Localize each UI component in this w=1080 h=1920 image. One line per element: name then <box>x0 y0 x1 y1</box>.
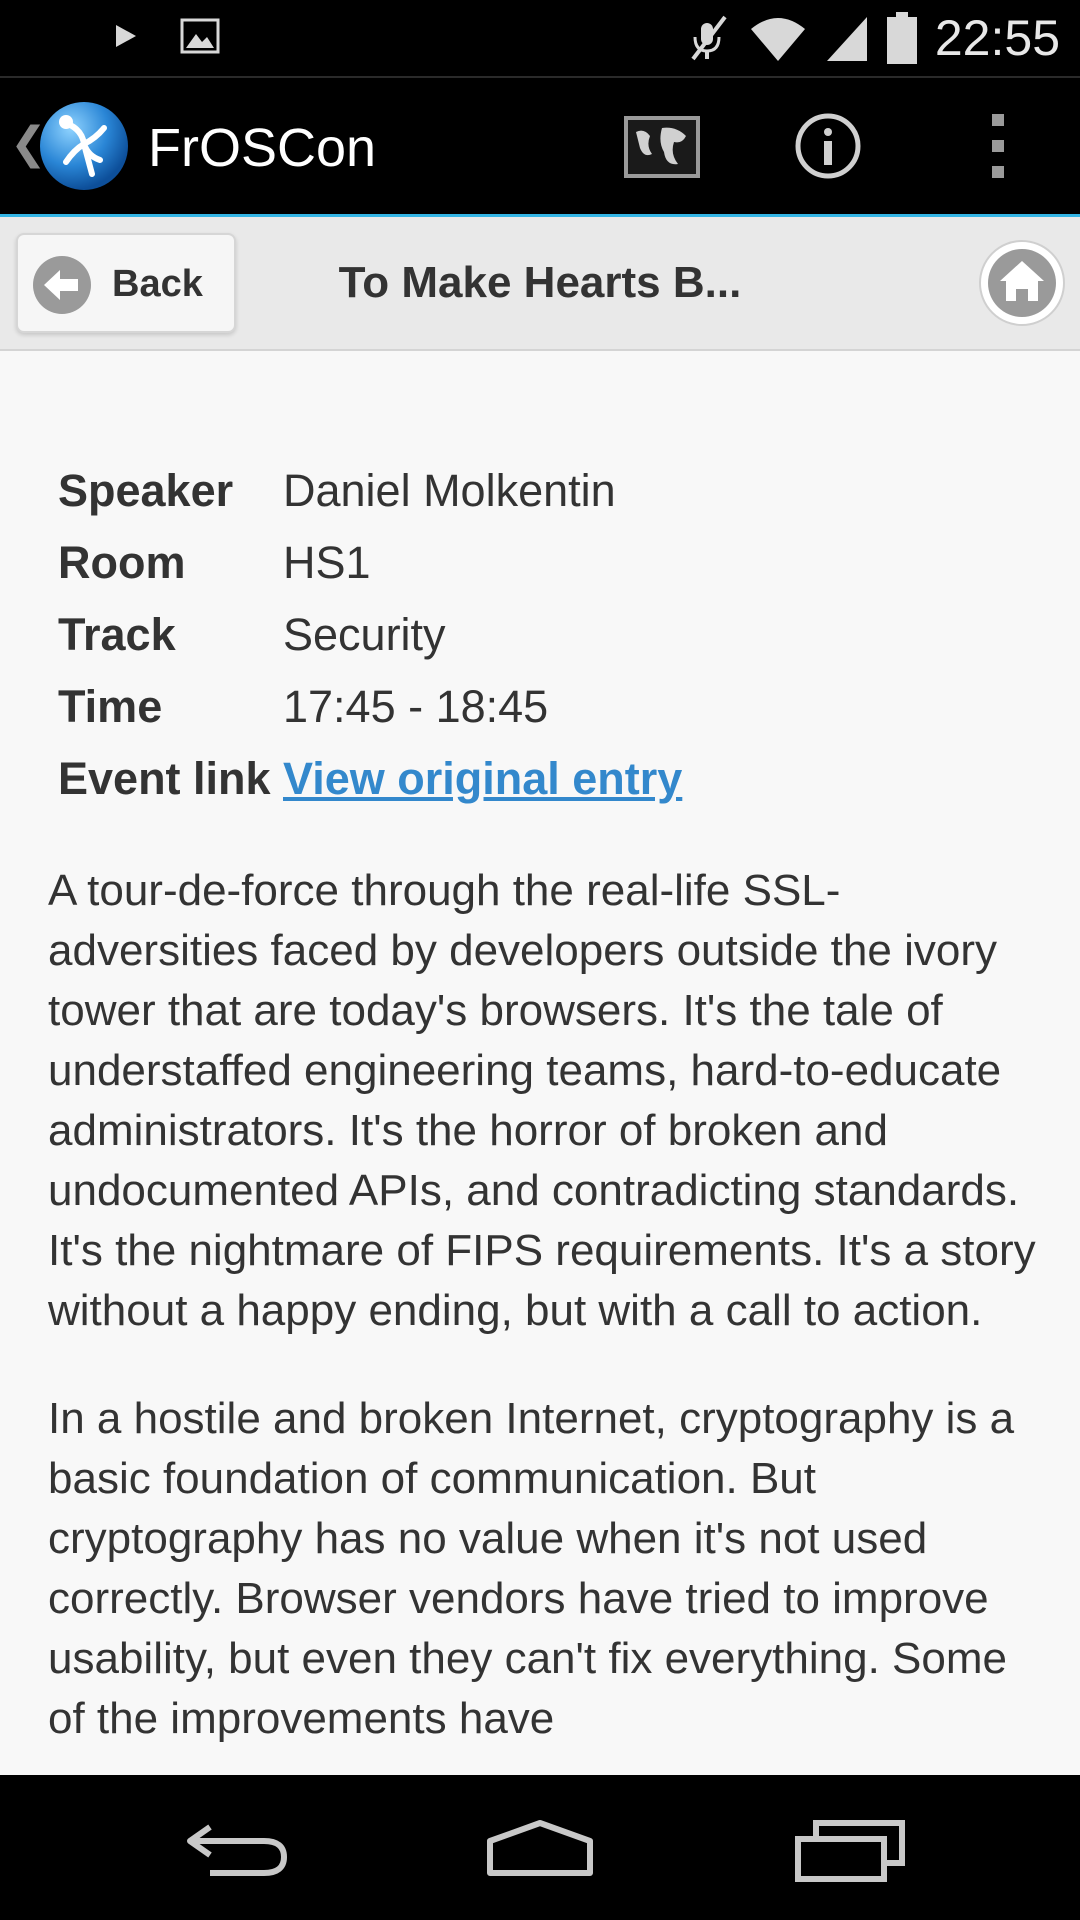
event-description: A tour-de-force through the real-life SS… <box>48 861 1048 1775</box>
home-icon[interactable] <box>978 239 1066 327</box>
mute-icon <box>691 15 727 61</box>
back-nav-icon[interactable] <box>180 1811 300 1885</box>
froscon-logo-icon[interactable] <box>38 100 130 192</box>
status-time: 22:55 <box>934 10 1060 66</box>
track-value: Security <box>283 609 446 660</box>
page-header: Back To Make Hearts B... <box>0 217 1080 351</box>
battery-icon <box>886 12 917 64</box>
screen: 22:55 ❮ FrOSCon Back To Make Hearts B...… <box>0 0 1080 1920</box>
app-title: FrOSCon <box>148 118 377 178</box>
map-icon[interactable] <box>622 106 702 186</box>
system-nav-bar <box>0 1775 1080 1920</box>
detail-row-event-link: Event link View original entry <box>58 743 682 815</box>
event-detail-content[interactable]: Speaker Daniel Molkentin Room HS1 Track … <box>0 351 1080 1775</box>
speaker-value: Daniel Molkentin <box>283 465 616 516</box>
arrow-left-icon <box>33 256 91 314</box>
wifi-icon <box>750 18 805 61</box>
description-paragraph: In a hostile and broken Internet, crypto… <box>48 1394 1015 1743</box>
detail-label: Time <box>58 681 163 732</box>
image-icon <box>180 18 220 54</box>
info-icon[interactable] <box>788 106 868 186</box>
recents-nav-icon[interactable] <box>790 1811 910 1885</box>
detail-row-room: Room HS1 <box>58 527 682 599</box>
detail-row-speaker: Speaker Daniel Molkentin <box>58 455 682 527</box>
room-value: HS1 <box>283 537 371 588</box>
detail-row-time: Time 17:45 - 18:45 <box>58 671 682 743</box>
status-bar: 22:55 <box>0 0 1080 76</box>
play-icon <box>116 25 136 47</box>
detail-label: Event link <box>58 753 271 804</box>
action-bar: ❮ FrOSCon <box>0 76 1080 219</box>
home-nav-icon[interactable] <box>480 1811 600 1885</box>
back-button[interactable]: Back <box>16 233 236 333</box>
detail-label: Room <box>58 537 186 588</box>
time-value: 17:45 - 18:45 <box>283 681 549 732</box>
back-button-label: Back <box>112 263 203 305</box>
overflow-menu-icon[interactable] <box>958 106 1038 186</box>
detail-label: Track <box>58 609 176 660</box>
event-details-table: Speaker Daniel Molkentin Room HS1 Track … <box>58 455 682 815</box>
description-paragraph: A tour-de-force through the real-life SS… <box>48 866 1036 1335</box>
detail-row-track: Track Security <box>58 599 682 671</box>
page-title: To Make Hearts B... <box>338 258 742 307</box>
signal-icon <box>826 17 867 61</box>
detail-label: Speaker <box>58 465 234 516</box>
view-original-entry-link[interactable]: View original entry <box>283 743 682 815</box>
